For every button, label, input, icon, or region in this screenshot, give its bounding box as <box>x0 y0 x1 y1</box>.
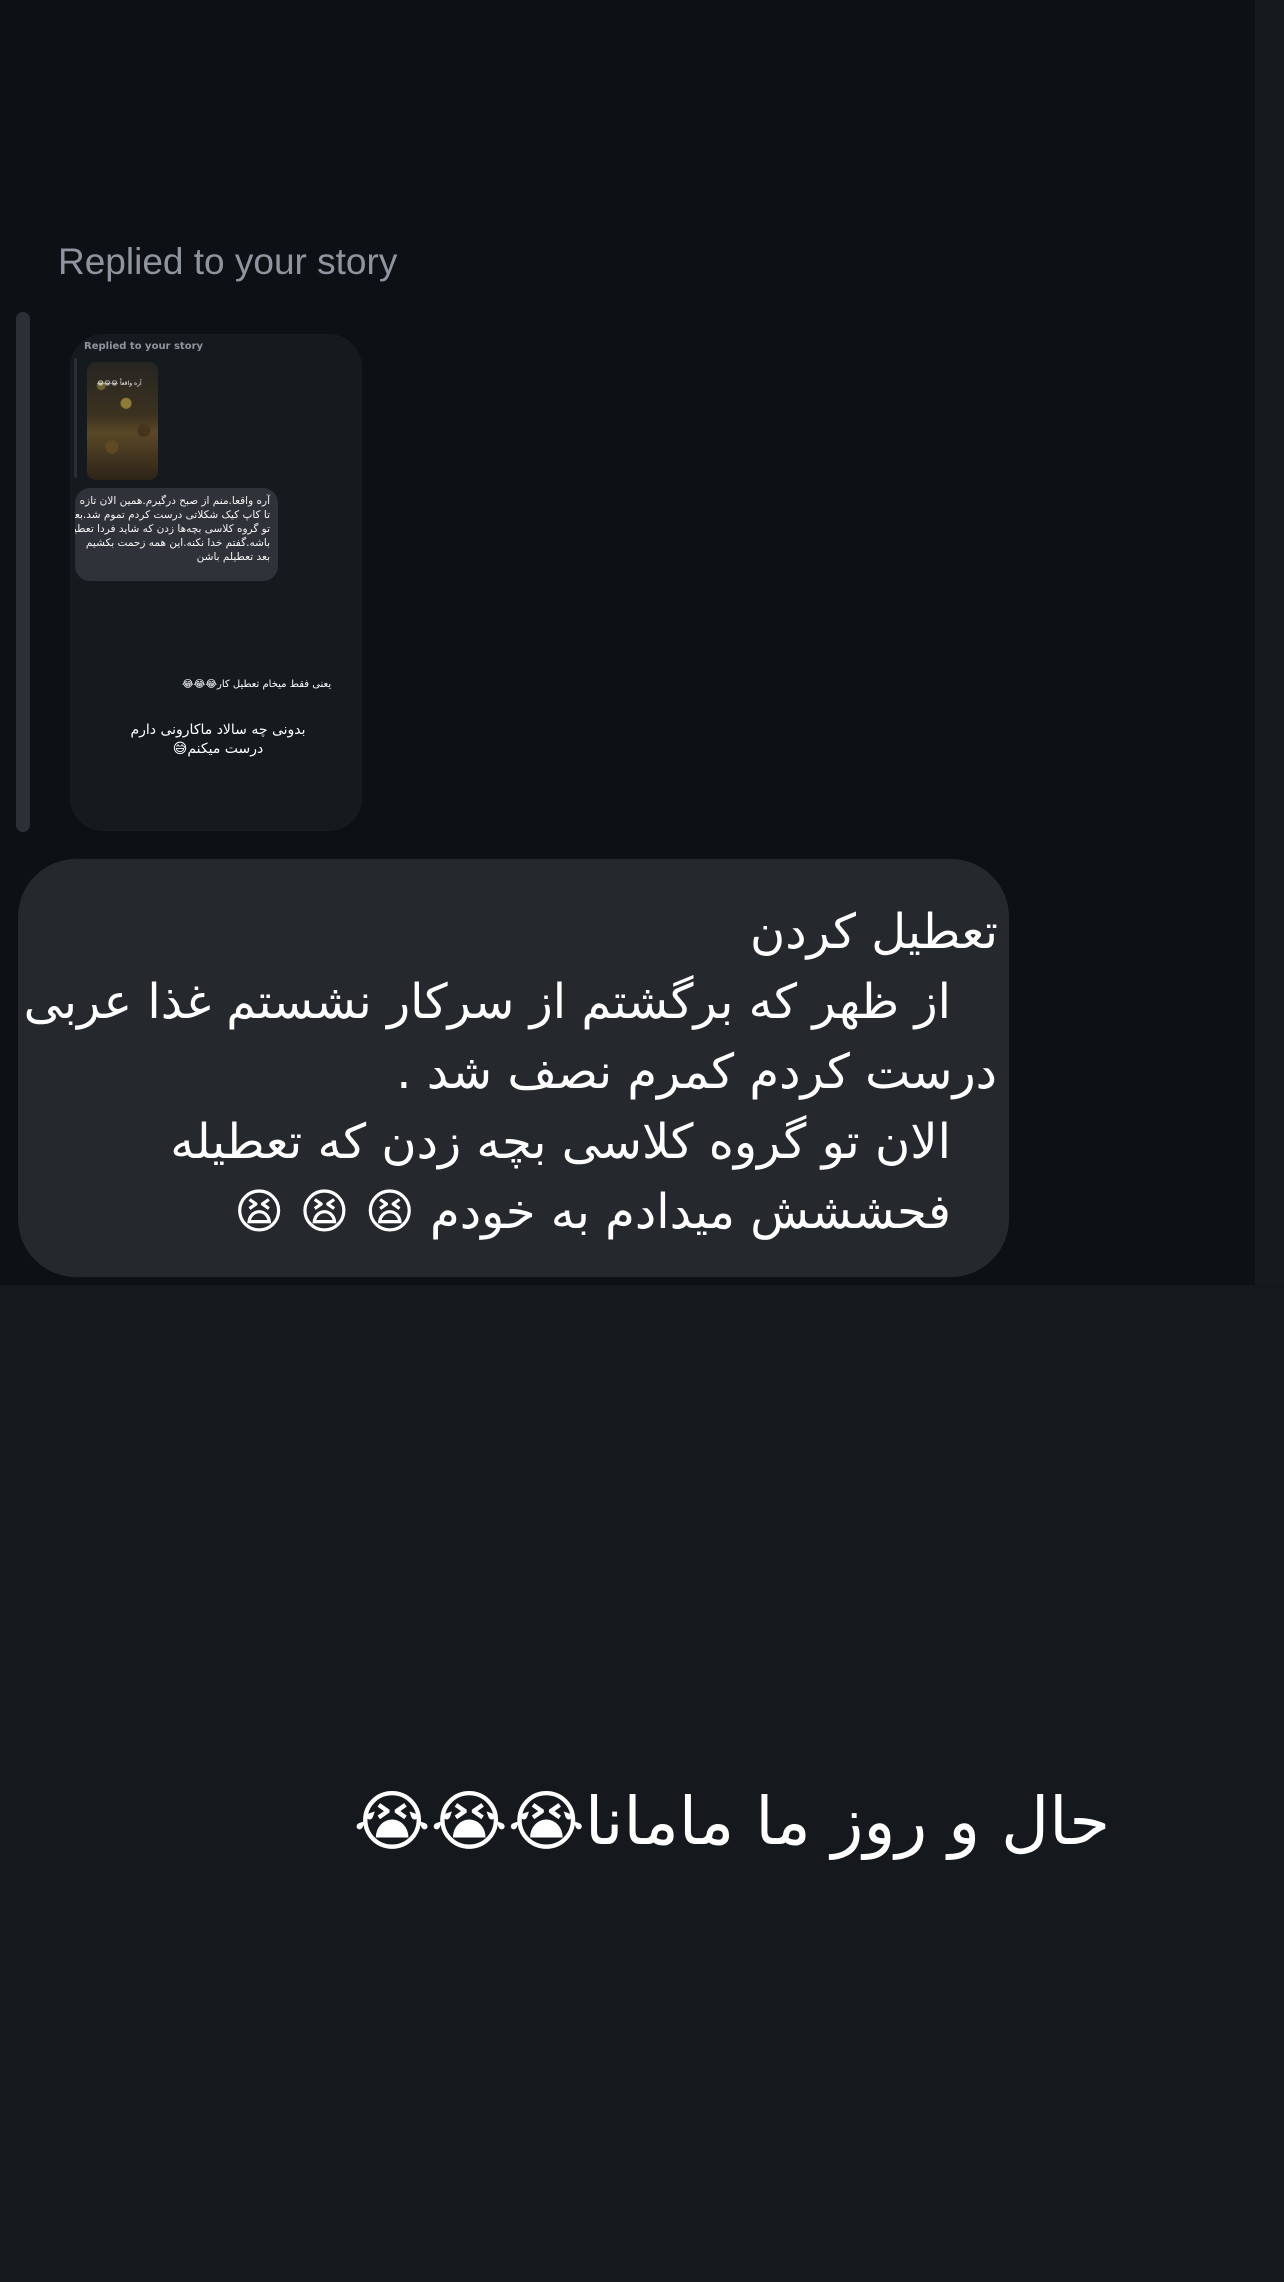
message-line: درست کردم کمرم نصف شد . <box>396 1044 997 1100</box>
message-line: فحششش میدادم به خودم 😫 😫 😫 <box>234 1184 951 1240</box>
inner-message-line: آره واقعا.منم از صبح درگیرم.همین الان تا… <box>75 495 270 507</box>
inner-message-bubble: آره واقعا.منم از صبح درگیرم.همین الان تا… <box>75 488 278 581</box>
message-line: از ظهر که برگشتم از سرکار نشستم غذا عربی <box>23 974 951 1030</box>
inner-thumbnail-text: آره واقعاً 😂😂😂 <box>97 380 142 387</box>
replied-story-label: Replied to your story <box>58 241 398 282</box>
message-line: الان تو گروه کلاسی بچه زدن که تعطیله <box>170 1114 951 1170</box>
inner-message-line: تو گروه کلاسی بچه‌ها زدن که شاید فردا تع… <box>75 523 270 535</box>
inner-message-line: تا کاپ کیک شکلاتی درست کردم تموم شد.بعد <box>75 509 270 521</box>
inner-message-line: بعد تعطیلم باشن <box>196 551 270 563</box>
screen-canvas: Replied to your story Replied to your st… <box>0 0 1284 2282</box>
story-caption-main: بدونی چه سالاد ماکارونی دارم درست میکنم😅 <box>128 721 308 759</box>
chat-screenshot: Replied to your story Replied to your st… <box>0 0 1284 1285</box>
message-line: تعطیل کردن <box>750 904 998 960</box>
overlay-caption: حال و روز ما مامانا😭😭😭 <box>353 1783 1111 1860</box>
message-bubble[interactable]: تعطیل کردن از ظهر که برگشتم از سرکار نشس… <box>18 859 1009 1277</box>
screenshot-right-strip <box>1255 0 1284 1285</box>
story-caption-line: بدونی چه سالاد ماکارونی دارم <box>130 722 306 738</box>
inner-replied-story-label: Replied to your story <box>84 341 204 352</box>
story-reply-card[interactable]: Replied to your story آره واقعاً 😂😂😂 آره… <box>70 334 362 831</box>
story-caption-line: درست میکنم😅 <box>172 741 264 757</box>
inner-message-line: باشه.گفتم خدا نکنه.این همه زحمت بکشیم <box>85 537 270 549</box>
reply-indicator-line <box>16 312 30 832</box>
inner-story-thumbnail[interactable]: آره واقعاً 😂😂😂 <box>87 362 158 480</box>
story-caption-top: یعنی فقط میخام تعطیل کار😂😂😂 <box>182 679 332 690</box>
inner-reply-line <box>74 358 77 478</box>
